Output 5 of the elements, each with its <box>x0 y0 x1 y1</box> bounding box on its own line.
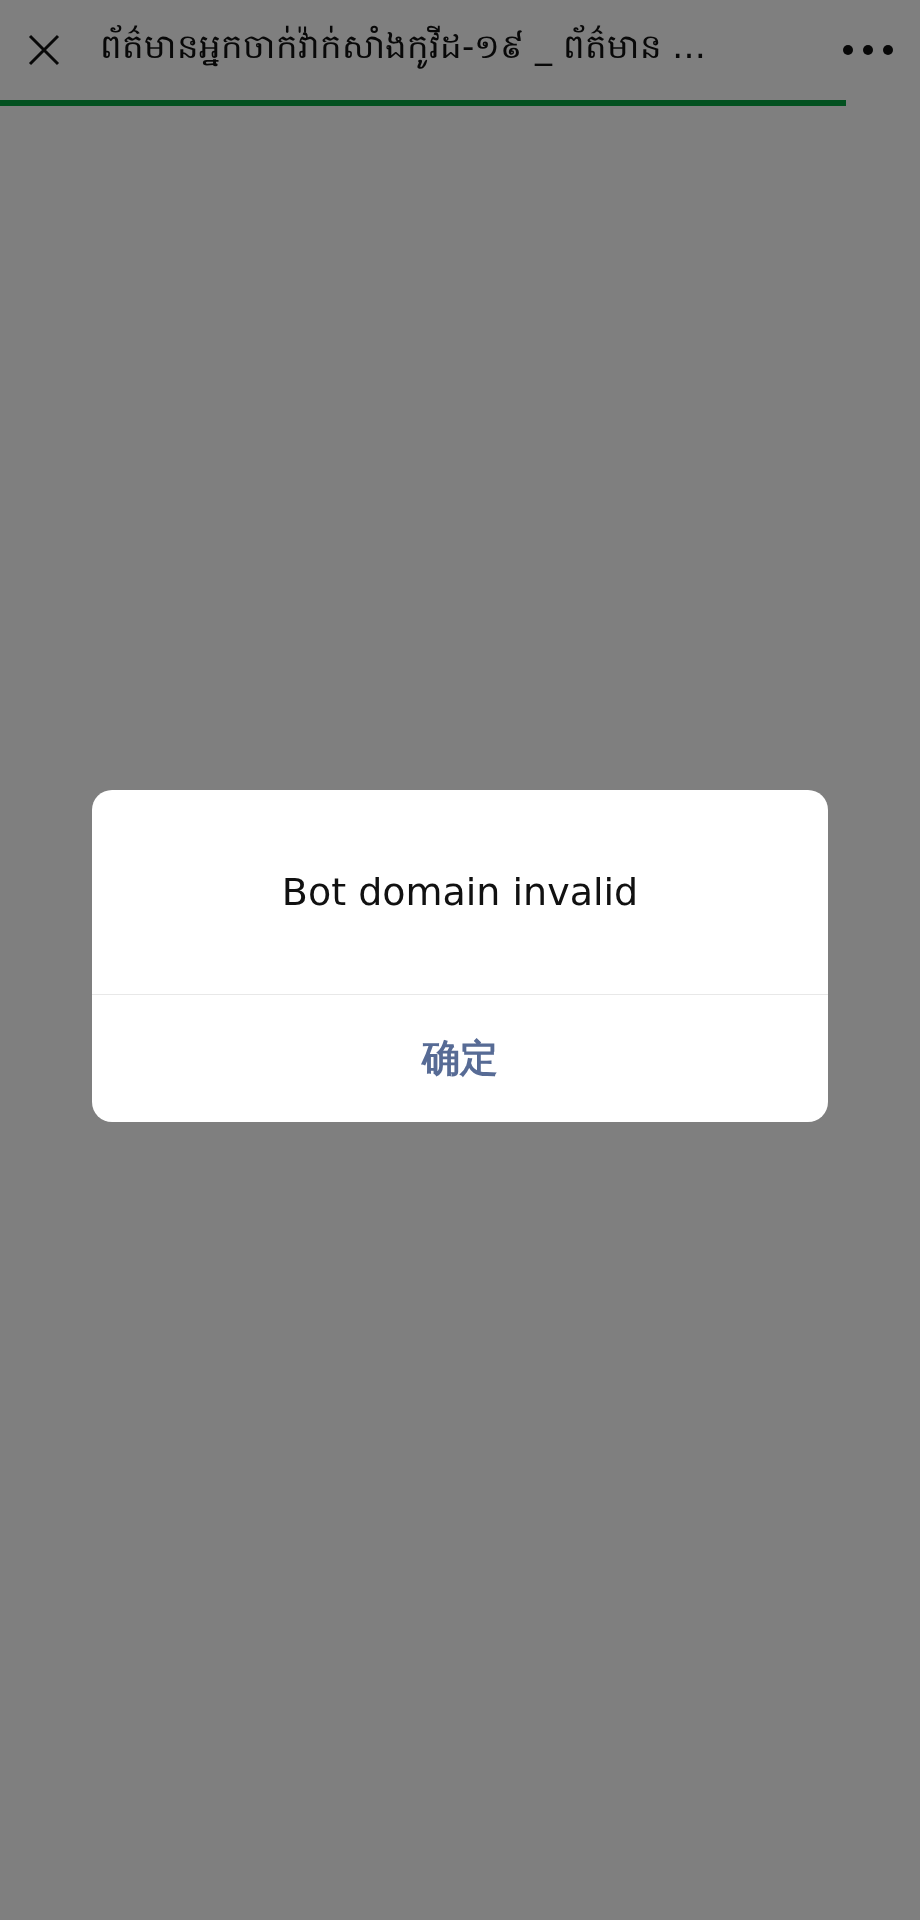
title-ellipsis: … <box>671 26 706 66</box>
more-icon[interactable] <box>840 42 896 58</box>
confirm-button[interactable]: 确定 <box>92 994 828 1122</box>
dialog-message: Bot domain invalid <box>280 869 640 916</box>
page-title: ព័ត៌មានអ្នកចាក់វ៉ាក់សាំងកូវីដ-១៩ _ ព័ត៌មាន <box>100 25 662 75</box>
